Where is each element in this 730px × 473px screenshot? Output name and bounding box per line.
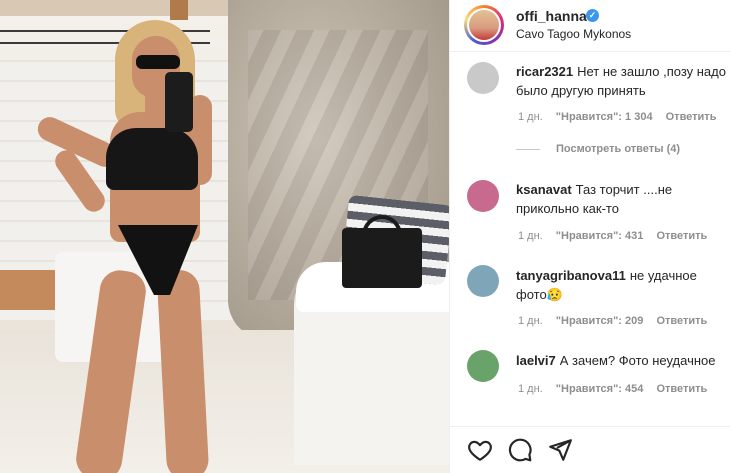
comment-body: tanyagribanova11 не удачное фото😥	[516, 266, 728, 304]
send-icon[interactable]	[547, 437, 573, 463]
commenter-avatar[interactable]	[467, 62, 499, 94]
commenter-avatar[interactable]	[467, 180, 499, 212]
post-photo[interactable]	[0, 0, 449, 473]
comment-likes[interactable]: "Нравится": 1 304	[556, 111, 653, 123]
heart-icon[interactable]	[467, 437, 493, 463]
reply-button[interactable]: Ответить	[666, 111, 717, 123]
photo-bikini-top	[106, 128, 198, 190]
photo-sunglasses	[136, 55, 180, 69]
photo-table	[0, 270, 55, 310]
author-username[interactable]: offi_hanna	[516, 8, 587, 24]
post-actions-bar	[450, 426, 730, 473]
verified-badge-icon: ✓	[586, 9, 599, 22]
comment-username[interactable]: laelvi7	[516, 353, 556, 368]
comment-text: А зачем? Фото неудачное	[559, 353, 716, 368]
comment-meta: 1 дн. "Нравится": 1 304 Ответить	[518, 111, 726, 123]
photo-bag	[342, 228, 422, 288]
comment-username[interactable]: ksanavat	[516, 182, 572, 197]
comment-icon[interactable]	[507, 437, 533, 463]
commenter-avatar[interactable]	[467, 350, 499, 382]
comment-likes[interactable]: "Нравится": 454	[556, 383, 644, 395]
reply-button[interactable]: Ответить	[656, 315, 707, 327]
post-header: offi_hanna ✓ Cavo Tagoo Mykonos	[450, 0, 730, 52]
post-location[interactable]: Cavo Tagoo Mykonos	[516, 27, 631, 41]
comment-time: 1 дн.	[518, 230, 543, 242]
photo-post	[170, 0, 188, 20]
comments-panel: offi_hanna ✓ Cavo Tagoo Mykonos ricar232…	[449, 0, 730, 473]
reply-button[interactable]: Ответить	[656, 383, 707, 395]
comment-likes[interactable]: "Нравится": 209	[556, 315, 644, 327]
comment-time: 1 дн.	[518, 315, 543, 327]
comment-body: ricar2321 Нет не зашло ,позу надо было др…	[516, 62, 728, 100]
comment-meta: 1 дн. "Нравится": 431 Ответить	[518, 230, 717, 242]
author-avatar[interactable]	[464, 5, 504, 45]
comment-meta: 1 дн. "Нравится": 209 Ответить	[518, 315, 717, 327]
comment-body: laelvi7 А зачем? Фото неудачное	[516, 351, 728, 370]
comment-likes[interactable]: "Нравится": 431	[556, 230, 644, 242]
reply-button[interactable]: Ответить	[656, 230, 707, 242]
view-replies-label: Посмотреть ответы (4)	[556, 143, 681, 155]
avatar-image	[469, 10, 499, 40]
photo-phone	[165, 72, 193, 132]
comment-username[interactable]: tanyagribanova11	[516, 268, 626, 283]
comment-time: 1 дн.	[518, 111, 543, 123]
comment-username[interactable]: ricar2321	[516, 64, 573, 79]
comment-time: 1 дн.	[518, 383, 543, 395]
comment-meta: 1 дн. "Нравится": 454 Ответить	[518, 383, 717, 395]
commenter-avatar[interactable]	[467, 265, 499, 297]
photo-beam	[0, 0, 240, 16]
comment-body: ksanavat Таз торчит ....не прикольно как-…	[516, 180, 728, 218]
view-replies-link[interactable]: Посмотреть ответы (4)	[516, 143, 680, 155]
replies-divider	[516, 148, 540, 150]
